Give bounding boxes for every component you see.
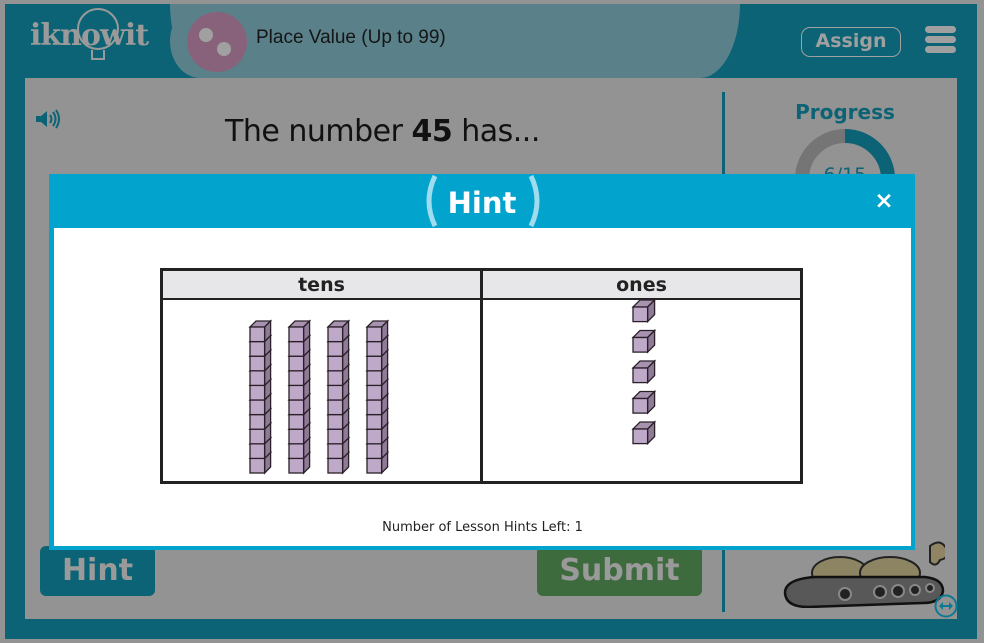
lesson-icon-dot — [217, 42, 231, 56]
tens-rod — [248, 319, 273, 475]
tens-rod — [365, 319, 390, 475]
expand-horizontal-icon[interactable] — [934, 594, 958, 618]
hints-left-text: Number of Lesson Hints Left: 1 — [382, 520, 583, 535]
hint-button[interactable]: Hint — [40, 546, 155, 596]
ones-cube — [631, 420, 657, 446]
ones-cube — [631, 359, 657, 385]
question-prefix: The number — [225, 114, 412, 149]
assign-button[interactable]: Assign — [801, 27, 901, 57]
modal-title: Hint — [447, 186, 517, 220]
speaker-icon[interactable] — [34, 108, 62, 130]
ones-cube — [631, 328, 657, 354]
column-divider — [480, 271, 483, 481]
submit-button[interactable]: Submit — [537, 546, 702, 596]
progress-title: Progress — [795, 100, 895, 124]
tens-rod — [326, 319, 351, 475]
place-value-table: tens ones — [160, 268, 803, 484]
hamburger-menu-icon[interactable] — [925, 26, 956, 54]
question-text: The number 45 has... — [225, 114, 540, 149]
tens-rod — [287, 319, 312, 475]
ones-cube — [631, 389, 657, 415]
close-icon[interactable]: × — [873, 190, 895, 213]
lesson-title: Place Value (Up to 99) — [256, 27, 446, 48]
lesson-icon-dot — [199, 28, 213, 42]
header: iknowit Place Value (Up to 99) Assign — [5, 4, 977, 78]
lesson-icon — [187, 12, 247, 72]
hint-modal: Hint × tens ones Number of Lesson Hints … — [49, 174, 915, 550]
question-number: 45 — [411, 114, 453, 149]
logo-bulb-icon — [77, 8, 119, 50]
right-paren-decoration — [528, 174, 540, 228]
ones-cube — [631, 298, 657, 324]
question-suffix: has... — [452, 114, 540, 149]
modal-body: tens ones Number of Lesson Hints Left: 1 — [54, 228, 911, 546]
logo-bulb-base-icon — [91, 50, 105, 60]
